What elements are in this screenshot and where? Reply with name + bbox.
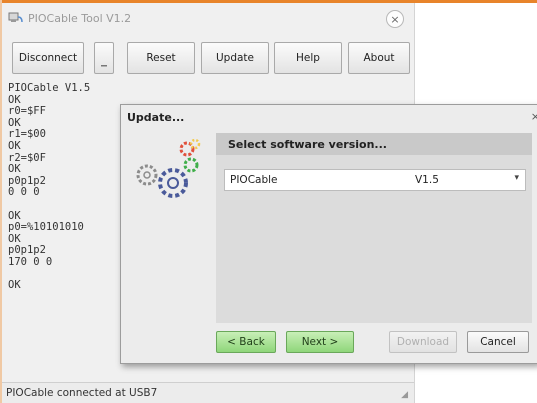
- update-dialog: Update... × Select software version... P…: [120, 104, 537, 364]
- title-bar[interactable]: PIOCable Tool V1.2 ×: [2, 3, 414, 33]
- back-button[interactable]: < Back: [216, 331, 276, 353]
- dialog-heading: Select software version...: [216, 133, 532, 155]
- console-line: PIOCable V1.5: [8, 82, 91, 94]
- software-version-select[interactable]: PIOCable V1.5 ▾: [224, 169, 526, 191]
- cable-icon: [8, 12, 23, 23]
- dropdown-arrow-icon: [101, 65, 107, 67]
- close-icon: ×: [390, 12, 400, 26]
- gears-icon: [136, 138, 201, 198]
- status-bar: PIOCable connected at USB7 ◢: [2, 382, 414, 403]
- next-button[interactable]: Next >: [286, 331, 354, 353]
- disconnect-button[interactable]: Disconnect: [12, 42, 84, 74]
- cancel-button[interactable]: Cancel: [467, 331, 529, 353]
- select-software-name: PIOCable: [230, 174, 278, 186]
- chevron-down-icon: ▾: [514, 173, 519, 183]
- help-button[interactable]: Help: [274, 42, 342, 74]
- download-button[interactable]: Download: [389, 331, 457, 353]
- resize-grip-icon[interactable]: ◢: [401, 390, 408, 400]
- dialog-content-panel: Select software version... PIOCable V1.5…: [216, 133, 532, 323]
- about-button[interactable]: About: [348, 42, 410, 74]
- update-button[interactable]: Update: [201, 42, 269, 74]
- toolbar: Disconnect Reset Update Help About: [2, 36, 414, 78]
- window-title: PIOCable Tool V1.2: [28, 11, 132, 25]
- port-dropdown-button[interactable]: [94, 42, 114, 74]
- dialog-title-bar[interactable]: Update... ×: [121, 105, 537, 129]
- dialog-title: Update...: [127, 110, 185, 124]
- close-button[interactable]: ×: [386, 10, 404, 28]
- select-software-version: V1.5: [415, 174, 439, 186]
- status-text: PIOCable connected at USB7: [6, 387, 158, 399]
- reset-button[interactable]: Reset: [127, 42, 195, 74]
- dialog-close-icon[interactable]: ×: [531, 110, 537, 123]
